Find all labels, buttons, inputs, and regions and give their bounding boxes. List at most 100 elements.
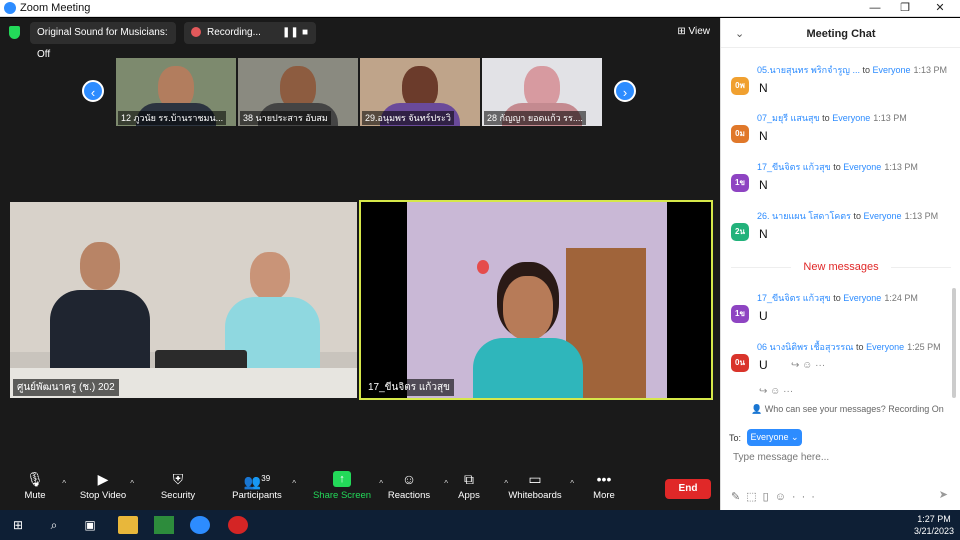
chat-message[interactable]: 0พ 05.นายสุนทร พริกจำรูญ ... to Everyone… <box>729 63 954 109</box>
whiteboards-label: Whiteboards <box>508 490 562 501</box>
reactions-label: Reactions <box>387 490 431 501</box>
security-shield-icon: ⛨ <box>172 471 184 487</box>
stop-recording-icon[interactable]: ■ <box>302 22 308 44</box>
message-to: to <box>833 293 841 303</box>
chat-message[interactable]: 0ม 07_มยุรี แสนสุข to Everyone 1:13 PM N <box>729 111 954 157</box>
task-view-icon[interactable]: ▣ <box>80 516 100 534</box>
stop-video-button[interactable]: ▶ Stop Video ^ <box>68 471 138 501</box>
message-sender[interactable]: 17_ขีนจิตร แก้วสุข <box>757 162 831 172</box>
chat-message[interactable]: 0น 06 นางนิติพร เชื้อสุวรรณ to Everyone 1… <box>729 340 954 386</box>
screenshot-icon[interactable]: ⬚ <box>746 491 762 503</box>
more-options-icon[interactable]: ··· <box>783 386 793 397</box>
zoom-logo-icon <box>4 2 16 14</box>
recipient-dropdown-label: Everyone <box>750 432 789 442</box>
chevron-up-icon[interactable]: ^ <box>130 479 134 488</box>
add-reaction-icon[interactable]: ☺ <box>770 386 780 397</box>
message-sender[interactable]: 17_ขีนจิตร แก้วสุข <box>757 293 831 303</box>
chat-message-input[interactable]: Type message here... <box>733 452 829 463</box>
participant-name: ศูนย์พัฒนาครู (ช.) 202 <box>13 379 119 396</box>
apps-icon: ⧉ <box>464 471 474 487</box>
message-meta: 07_มยุรี แสนสุข to Everyone 1:13 PM <box>757 111 907 125</box>
apps-button[interactable]: ⧉ Apps ^ <box>434 471 508 501</box>
zoom-app-icon[interactable] <box>190 516 210 534</box>
chat-scrollbar[interactable] <box>952 288 956 398</box>
reply-icon[interactable]: ↪ <box>759 386 767 397</box>
message-recipient[interactable]: Everyone <box>873 65 911 75</box>
store-icon[interactable] <box>154 516 174 534</box>
encryption-shield-icon[interactable] <box>9 26 20 39</box>
chat-message[interactable]: 2น 26. นายแผน โสดาโคตร to Everyone 1:13 P… <box>729 209 954 255</box>
pause-recording-icon[interactable]: ❚❚ <box>282 22 299 44</box>
speaker-face <box>503 276 553 340</box>
end-meeting-button[interactable]: End <box>665 479 711 499</box>
system-clock[interactable]: 1:27 PM 3/21/2023 <box>914 513 954 537</box>
meeting-stage: Original Sound for Musicians: Off Record… <box>0 18 720 465</box>
active-speaker-tile[interactable]: 17_ขีนจิตร แก้วสุข <box>359 200 713 400</box>
close-window-button[interactable]: ✕ <box>925 0 955 17</box>
message-sender[interactable]: 26. นายแผน โสดาโคตร <box>757 211 851 221</box>
next-page-arrow-icon[interactable]: › <box>614 80 636 102</box>
maximize-button[interactable]: ❐ <box>890 0 920 17</box>
speaker-tile-left[interactable]: ศูนย์พัฒนาครู (ช.) 202 <box>10 202 357 398</box>
recipient-dropdown[interactable]: Everyone ⌄ <box>747 429 802 446</box>
original-sound-toggle[interactable]: Original Sound for Musicians: Off <box>30 22 176 60</box>
more-options-icon[interactable]: ··· <box>815 360 825 371</box>
recording-indicator[interactable]: Recording... ❚❚ ■ <box>184 22 316 44</box>
chevron-up-icon[interactable]: ^ <box>292 479 296 488</box>
participant-thumbnail[interactable]: 12 ภูวนัย รร.บ้านราชมน... <box>116 58 236 126</box>
reply-icon[interactable]: ↪ <box>791 360 799 371</box>
view-button[interactable]: ⊞ View <box>677 26 710 37</box>
minimize-button[interactable]: — <box>860 0 890 17</box>
chat-message[interactable]: 1ข 17_ขีนจิตร แก้วสุข to Everyone 1:24 PM… <box>729 291 954 337</box>
message-to: to <box>862 65 870 75</box>
visibility-note[interactable]: 👤 Who can see your messages? Recording O… <box>751 404 944 415</box>
chat-message[interactable]: 1ข 17_ขีนจิตร แก้วสุข to Everyone 1:13 PM… <box>729 160 954 206</box>
whiteboards-button[interactable]: ▭ Whiteboards ^ <box>500 471 574 501</box>
message-meta: 17_ขีนจิตร แก้วสุข to Everyone 1:24 PM <box>757 291 918 305</box>
participant-name: 29.อนุมพร จันทร์ประวิ <box>362 111 454 125</box>
more-options-icon[interactable]: ··· <box>792 491 821 503</box>
participant-name: 17_ขีนจิตร แก้วสุข <box>364 379 454 396</box>
chevron-down-icon: ⌄ <box>791 432 799 442</box>
format-icon[interactable]: ✎ <box>731 491 746 503</box>
message-recipient[interactable]: Everyone <box>864 211 902 221</box>
recorder-app-icon[interactable] <box>228 516 248 534</box>
message-recipient[interactable]: Everyone <box>832 113 870 123</box>
grid-view-icon: ⊞ <box>677 26 689 37</box>
participant-thumbnail[interactable]: 29.อนุมพร จันทร์ประวิ <box>360 58 480 126</box>
message-sender[interactable]: 07_มยุรี แสนสุข <box>757 113 820 123</box>
share-screen-label: Share Screen <box>312 490 372 501</box>
send-icon[interactable]: ➤ <box>939 488 948 501</box>
chevron-up-icon[interactable]: ^ <box>62 479 66 488</box>
more-button[interactable]: ••• More <box>569 471 639 501</box>
search-icon[interactable]: ⌕ <box>44 516 64 534</box>
message-recipient[interactable]: Everyone <box>843 162 881 172</box>
message-meta: 17_ขีนจิตร แก้วสุข to Everyone 1:13 PM <box>757 160 918 174</box>
recording-icon <box>191 27 201 38</box>
message-sender[interactable]: 05.นายสุนทร พริกจำรูญ ... <box>757 65 860 75</box>
visibility-note-label: Who can see your messages? Recording On <box>764 404 944 414</box>
message-recipient[interactable]: Everyone <box>866 342 904 352</box>
participant-thumbnail[interactable]: 38 นายประสาร อับสม <box>238 58 358 126</box>
message-text: N <box>759 81 768 95</box>
previous-page-arrow-icon[interactable]: ‹ <box>82 80 104 102</box>
share-screen-button[interactable]: ↑ Share Screen ^ <box>307 471 383 501</box>
participant-thumbnail[interactable]: 28 กัญญา ยอดแก้ว รร.... <box>482 58 602 126</box>
message-sender[interactable]: 06 นางนิติพร เชื้อสุวรรณ <box>757 342 854 352</box>
message-text: U <box>759 309 768 323</box>
new-messages-divider: New messages <box>731 261 951 273</box>
speaker-shirt <box>473 338 583 398</box>
add-reaction-icon[interactable]: ☺ <box>802 360 812 371</box>
file-icon[interactable]: ▯ <box>763 491 775 503</box>
message-time: 1:25 PM <box>907 342 941 352</box>
file-explorer-icon[interactable] <box>118 516 138 534</box>
security-button[interactable]: ⛨ Security <box>143 471 213 501</box>
message-recipient[interactable]: Everyone <box>843 293 881 303</box>
chat-header: ⌄ Meeting Chat <box>721 18 960 48</box>
mute-button[interactable]: 🎙 Mute ^ <box>0 471 70 501</box>
windows-start-icon[interactable]: ⊞ <box>8 516 28 534</box>
participants-button[interactable]: 👥39 Participants ^ <box>222 471 296 501</box>
message-time: 1:13 PM <box>873 113 907 123</box>
more-label: More <box>593 490 615 501</box>
emoji-icon[interactable]: ☺ <box>775 491 792 503</box>
